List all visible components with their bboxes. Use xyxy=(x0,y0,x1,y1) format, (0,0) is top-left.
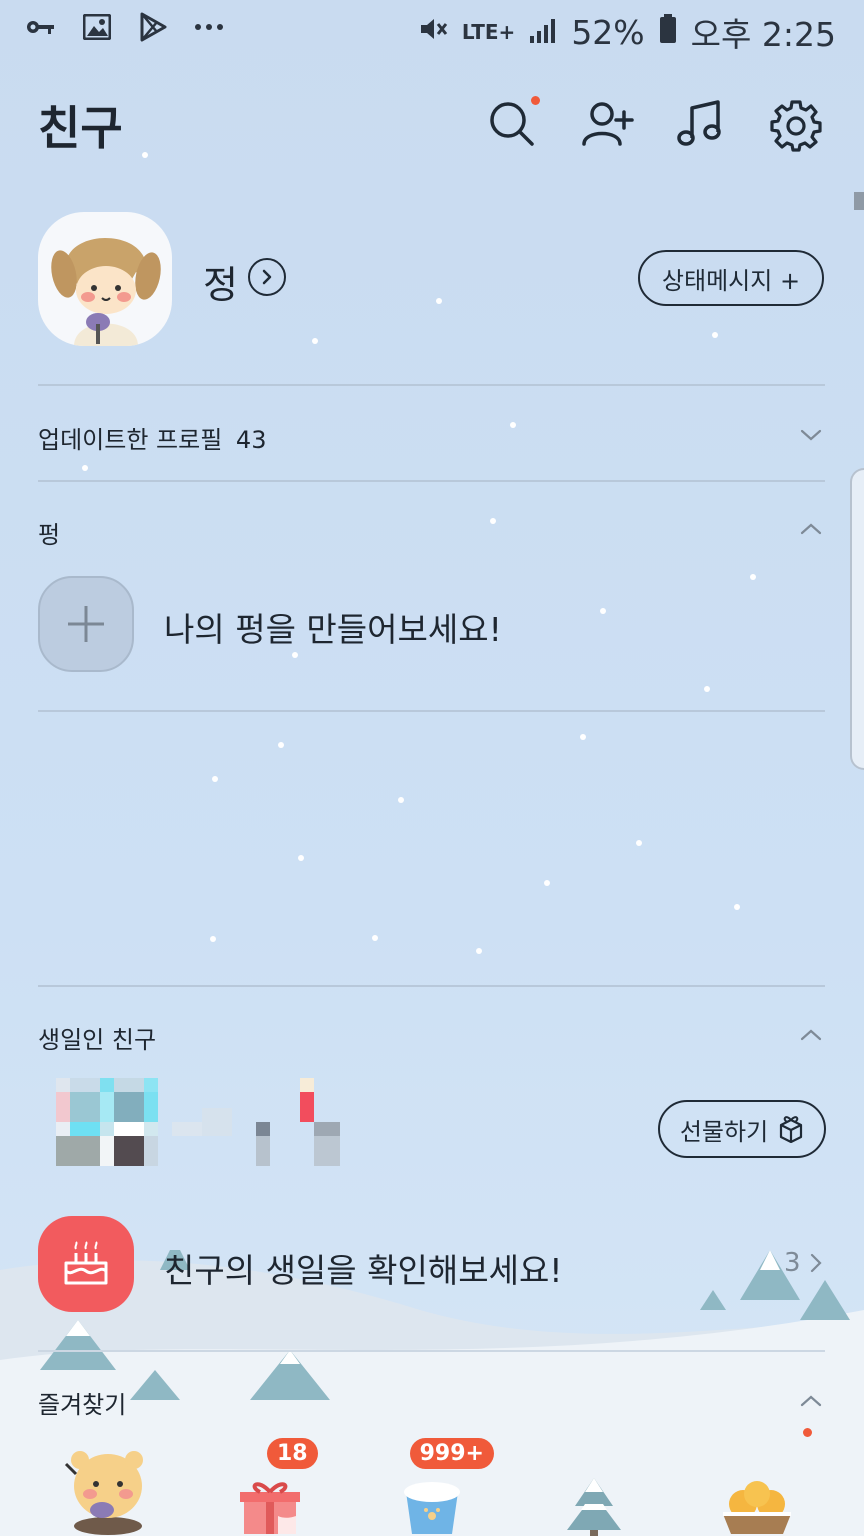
updated-profiles-label: 업데이트한 프로필 xyxy=(38,426,223,454)
add-pyeong-button[interactable] xyxy=(38,576,134,672)
header-actions xyxy=(486,96,824,152)
updated-profiles-count: 43 xyxy=(235,426,267,454)
play-store-icon xyxy=(136,10,170,44)
birthday-prompt[interactable]: 친구의 생일을 확인해보세요! xyxy=(164,1244,563,1292)
search-button[interactable] xyxy=(486,96,542,152)
gift-badge: 18 xyxy=(266,1438,318,1469)
profile-detail-button[interactable] xyxy=(248,258,286,296)
music-note-icon xyxy=(677,100,721,146)
birthday-cake-button[interactable] xyxy=(38,1216,134,1312)
favorite-character[interactable] xyxy=(59,1440,155,1536)
profile-name[interactable]: 정 xyxy=(203,254,238,309)
status-message-button[interactable]: 상태메시지 + xyxy=(638,250,824,306)
updated-profiles-header[interactable]: 업데이트한 프로필 43 xyxy=(38,420,266,455)
image-icon xyxy=(80,10,114,44)
chevron-up-icon[interactable] xyxy=(800,1024,822,1046)
network-label: LTE+ xyxy=(461,20,516,44)
chevron-up-icon[interactable] xyxy=(800,518,822,540)
orange-basket-icon xyxy=(722,1481,791,1534)
notification-dot xyxy=(531,96,540,105)
mute-icon xyxy=(418,13,448,52)
battery-icon xyxy=(659,13,677,52)
send-gift-label: 선물하기 xyxy=(679,1117,769,1146)
chevron-right-icon xyxy=(262,269,272,285)
bucket-badge: 999+ xyxy=(409,1438,494,1469)
chevron-down-icon[interactable] xyxy=(800,424,822,446)
status-left-icons xyxy=(24,10,226,44)
favorite-gift[interactable]: 18 xyxy=(222,1438,318,1536)
cake-icon xyxy=(64,1241,108,1285)
pyeong-section-label: 펑 xyxy=(38,521,61,549)
battery-percent: 52% xyxy=(571,12,645,52)
more-icon xyxy=(192,10,226,44)
favorite-bucket[interactable]: 999+ xyxy=(384,1438,494,1536)
character-image xyxy=(65,1451,144,1535)
divider xyxy=(38,985,825,987)
add-friend-button[interactable] xyxy=(580,96,636,152)
send-gift-button[interactable]: 선물하기 xyxy=(658,1100,826,1158)
add-pyeong-text[interactable]: 나의 펑을 만들어보세요! xyxy=(164,603,502,651)
profile-character-image xyxy=(51,238,161,346)
edge-panel-handle[interactable] xyxy=(850,468,864,770)
favorite-tree[interactable] xyxy=(546,1440,642,1536)
gear-icon xyxy=(770,100,822,152)
chevron-up-icon[interactable] xyxy=(800,1390,822,1412)
blurred-friend-profile[interactable] xyxy=(56,1078,340,1166)
birthday-section-label: 생일인 친구 xyxy=(38,1026,157,1054)
status-message-label: 상태메시지 + xyxy=(661,266,801,295)
plus-icon xyxy=(68,606,104,642)
settings-button[interactable] xyxy=(768,96,824,152)
avatar[interactable] xyxy=(38,212,172,346)
signal-icon xyxy=(529,13,557,52)
status-bar: LTE+ 52% 오후 2:25 xyxy=(0,0,864,62)
clock: 오후 2:25 xyxy=(690,15,836,54)
page-title: 친구 xyxy=(38,101,123,155)
chevron-right-icon xyxy=(810,1253,822,1273)
snowy-tree-icon xyxy=(567,1478,622,1536)
birthday-count[interactable]: 3 xyxy=(784,1248,823,1278)
scrollbar-indicator xyxy=(854,192,864,210)
divider xyxy=(38,1350,825,1352)
key-icon xyxy=(24,10,58,44)
divider xyxy=(38,480,825,482)
gift-icon xyxy=(780,1116,803,1143)
birthday-count-value: 3 xyxy=(784,1248,801,1278)
add-friend-icon xyxy=(582,102,634,146)
favorites-tray: 18 999+ xyxy=(0,1420,864,1536)
gift-box-icon xyxy=(239,1482,300,1534)
bucket-icon xyxy=(403,1482,460,1534)
music-button[interactable] xyxy=(674,96,730,152)
favorite-oranges[interactable] xyxy=(709,1440,805,1536)
divider xyxy=(38,710,825,712)
favorites-section-label: 즐겨찾기 xyxy=(38,1391,127,1419)
divider xyxy=(38,384,825,386)
status-right: LTE+ 52% 오후 2:25 xyxy=(418,8,836,56)
